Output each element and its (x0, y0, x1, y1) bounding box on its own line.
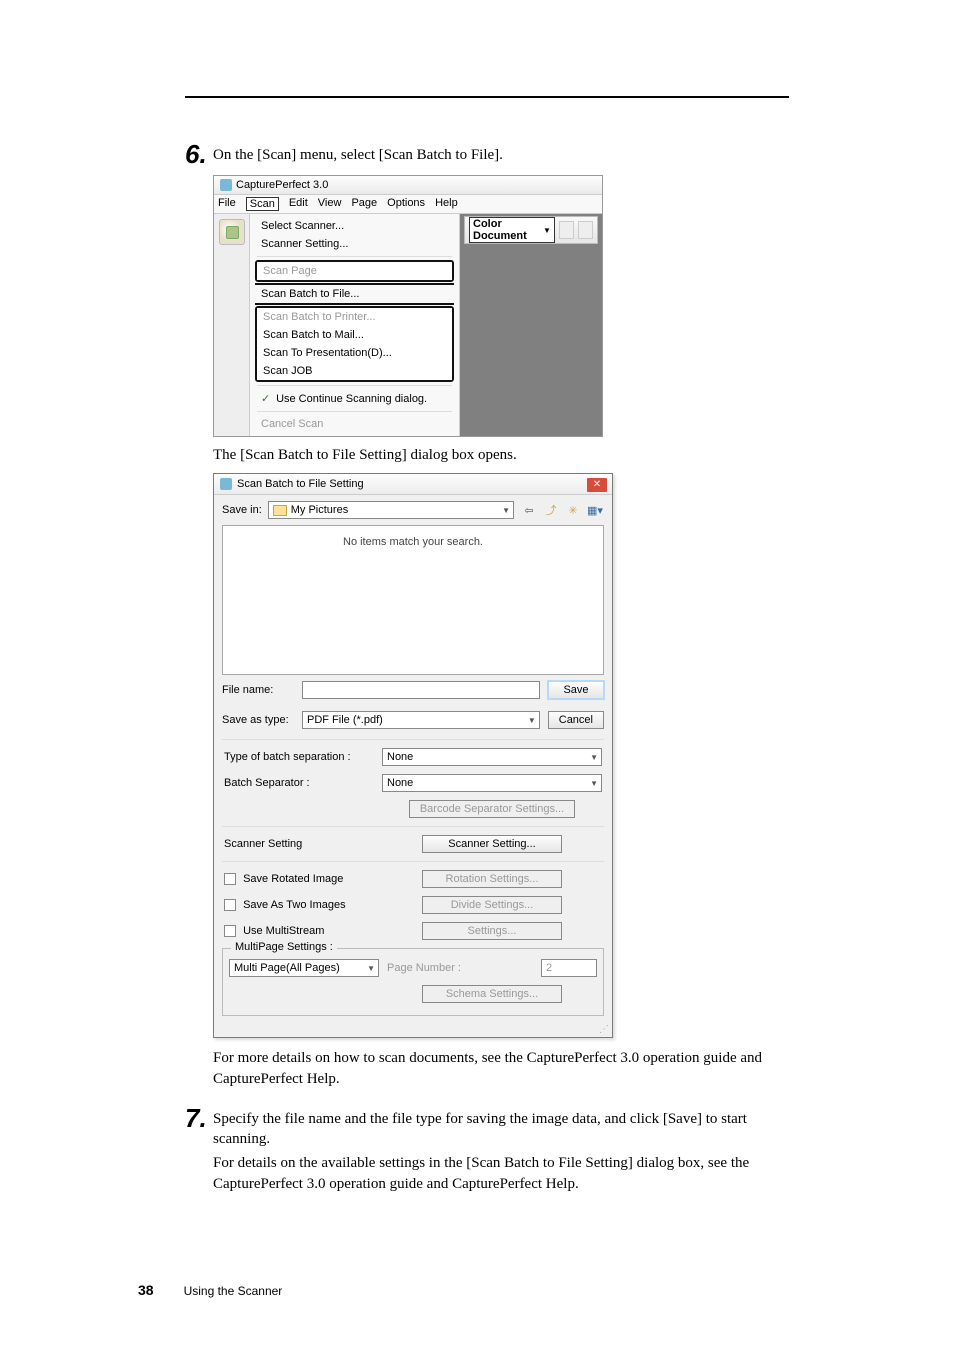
save-as-type-dropdown[interactable]: PDF File (*.pdf) (302, 711, 540, 729)
save-in-label: Save in: (222, 504, 262, 516)
checkbox-icon (224, 873, 236, 885)
multipage-legend: MultiPage Settings : (231, 941, 337, 953)
batch-type-dropdown[interactable]: None (382, 748, 602, 766)
save-as-type-value: PDF File (*.pdf) (307, 714, 383, 726)
scan-batch-file-setting-dialog: Scan Batch to File Setting ✕ Save in: My… (213, 473, 613, 1038)
menu-scan[interactable]: Scan (246, 197, 279, 211)
menu-view[interactable]: View (318, 197, 342, 211)
multistream-settings-button: Settings... (422, 922, 562, 940)
menu-page[interactable]: Page (351, 197, 377, 211)
step-7-text-1: Specify the file name and the file type … (213, 1109, 789, 1150)
menu-options[interactable]: Options (387, 197, 425, 211)
mi-cancel-scan: Cancel Scan (255, 415, 454, 433)
use-multistream-checkbox[interactable]: Use MultiStream (224, 925, 374, 937)
dialog-title: Scan Batch to File Setting (237, 478, 364, 490)
scanner-setting-label: Scanner Setting (224, 838, 374, 850)
chevron-down-icon: ▼ (543, 226, 551, 235)
check-icon: ✓ (261, 392, 273, 405)
mi-scanner-setting[interactable]: Scanner Setting... (255, 235, 454, 253)
mi-scan-batch-mail[interactable]: Scan Batch to Mail... (257, 326, 452, 344)
divide-settings-button: Divide Settings... (422, 896, 562, 914)
barcode-settings-button: Barcode Separator Settings... (409, 800, 575, 818)
mi-scan-presentation[interactable]: Scan To Presentation(D)... (257, 344, 452, 362)
close-icon[interactable]: ✕ (587, 478, 607, 492)
batch-sep-label: Batch Separator : (224, 777, 374, 789)
mi-select-scanner[interactable]: Select Scanner... (255, 217, 454, 235)
multipage-dropdown[interactable]: Multi Page(All Pages) (229, 959, 379, 977)
save-two-label: Save As Two Images (243, 899, 346, 911)
captureperfect-window: CapturePerfect 3.0 File Scan Edit View P… (213, 175, 603, 437)
save-rotated-checkbox[interactable]: Save Rotated Image (224, 873, 374, 885)
mi-scan-batch-file[interactable]: Scan Batch to File... (255, 285, 454, 303)
batch-type-value: None (387, 751, 413, 763)
save-two-checkbox[interactable]: Save As Two Images (224, 899, 374, 911)
multipage-value: Multi Page(All Pages) (234, 962, 340, 974)
schema-settings-button: Schema Settings... (422, 985, 562, 1003)
save-as-type-label: Save as type: (222, 714, 294, 726)
up-folder-icon[interactable]: ⤴ (542, 501, 560, 519)
checkbox-icon (224, 899, 236, 911)
batch-sep-dropdown[interactable]: None (382, 774, 602, 792)
tool-btn-1[interactable] (559, 221, 574, 239)
save-rotated-label: Save Rotated Image (243, 873, 343, 885)
mi-scan-job[interactable]: Scan JOB (257, 362, 452, 380)
use-multistream-label: Use MultiStream (243, 925, 324, 937)
file-name-input[interactable] (302, 681, 540, 699)
menubar: File Scan Edit View Page Options Help (214, 195, 602, 214)
page-number: 38 (138, 1282, 154, 1298)
batch-sep-value: None (387, 777, 413, 789)
app-icon (220, 179, 232, 191)
menu-file[interactable]: File (218, 197, 236, 211)
file-area-empty-text: No items match your search. (343, 536, 483, 548)
mode-dropdown[interactable]: Color Document ▼ (469, 217, 555, 243)
mode-dropdown-label: Color Document (473, 218, 541, 242)
mi-use-continue[interactable]: ✓ Use Continue Scanning dialog. (255, 389, 454, 408)
save-in-dropdown[interactable]: My Pictures (268, 501, 514, 519)
caption-after-dialog: For more details on how to scan document… (213, 1048, 789, 1089)
captureperfect-title: CapturePerfect 3.0 (236, 179, 328, 191)
save-in-value: My Pictures (291, 504, 348, 516)
cancel-button[interactable]: Cancel (548, 711, 604, 729)
view-menu-icon[interactable]: ▦▾ (586, 501, 604, 519)
page-number-input: 2 (541, 959, 597, 977)
caption-after-cp30: The [Scan Batch to File Setting] dialog … (213, 445, 789, 465)
mi-use-continue-label: Use Continue Scanning dialog. (276, 393, 427, 405)
footer-section: Using the Scanner (184, 1284, 283, 1298)
rotation-settings-button: Rotation Settings... (422, 870, 562, 888)
folder-icon (273, 505, 287, 516)
step-7-text-2: For details on the available settings in… (213, 1153, 789, 1194)
page-number-label: Page Number : (387, 962, 533, 974)
step-7-number: 7 (185, 1105, 213, 1131)
dialog-app-icon (220, 478, 232, 490)
file-list-area: No items match your search. (222, 525, 604, 675)
new-folder-icon[interactable]: ✳ (564, 501, 582, 519)
mi-scan-page[interactable]: Scan Page (257, 262, 452, 280)
toolbar-scan-icon[interactable] (219, 219, 245, 245)
step-6-text: On the [Scan] menu, select [Scan Batch t… (213, 145, 503, 165)
page-number-value: 2 (546, 962, 552, 974)
batch-type-label: Type of batch separation : (224, 751, 374, 763)
step-6-number: 6 (185, 141, 213, 167)
file-name-label: File name: (222, 684, 294, 696)
tool-btn-2[interactable] (578, 221, 593, 239)
mi-scan-batch-printer[interactable]: Scan Batch to Printer... (257, 308, 452, 326)
back-icon[interactable]: ⇦ (520, 501, 538, 519)
resize-grip-icon[interactable]: ⋰ (214, 1024, 612, 1037)
multipage-fieldset: MultiPage Settings : Multi Page(All Page… (222, 948, 604, 1016)
menu-help[interactable]: Help (435, 197, 458, 211)
scanner-setting-button[interactable]: Scanner Setting... (422, 835, 562, 853)
checkbox-icon (224, 925, 236, 937)
menu-edit[interactable]: Edit (289, 197, 308, 211)
save-button[interactable]: Save (548, 681, 604, 699)
